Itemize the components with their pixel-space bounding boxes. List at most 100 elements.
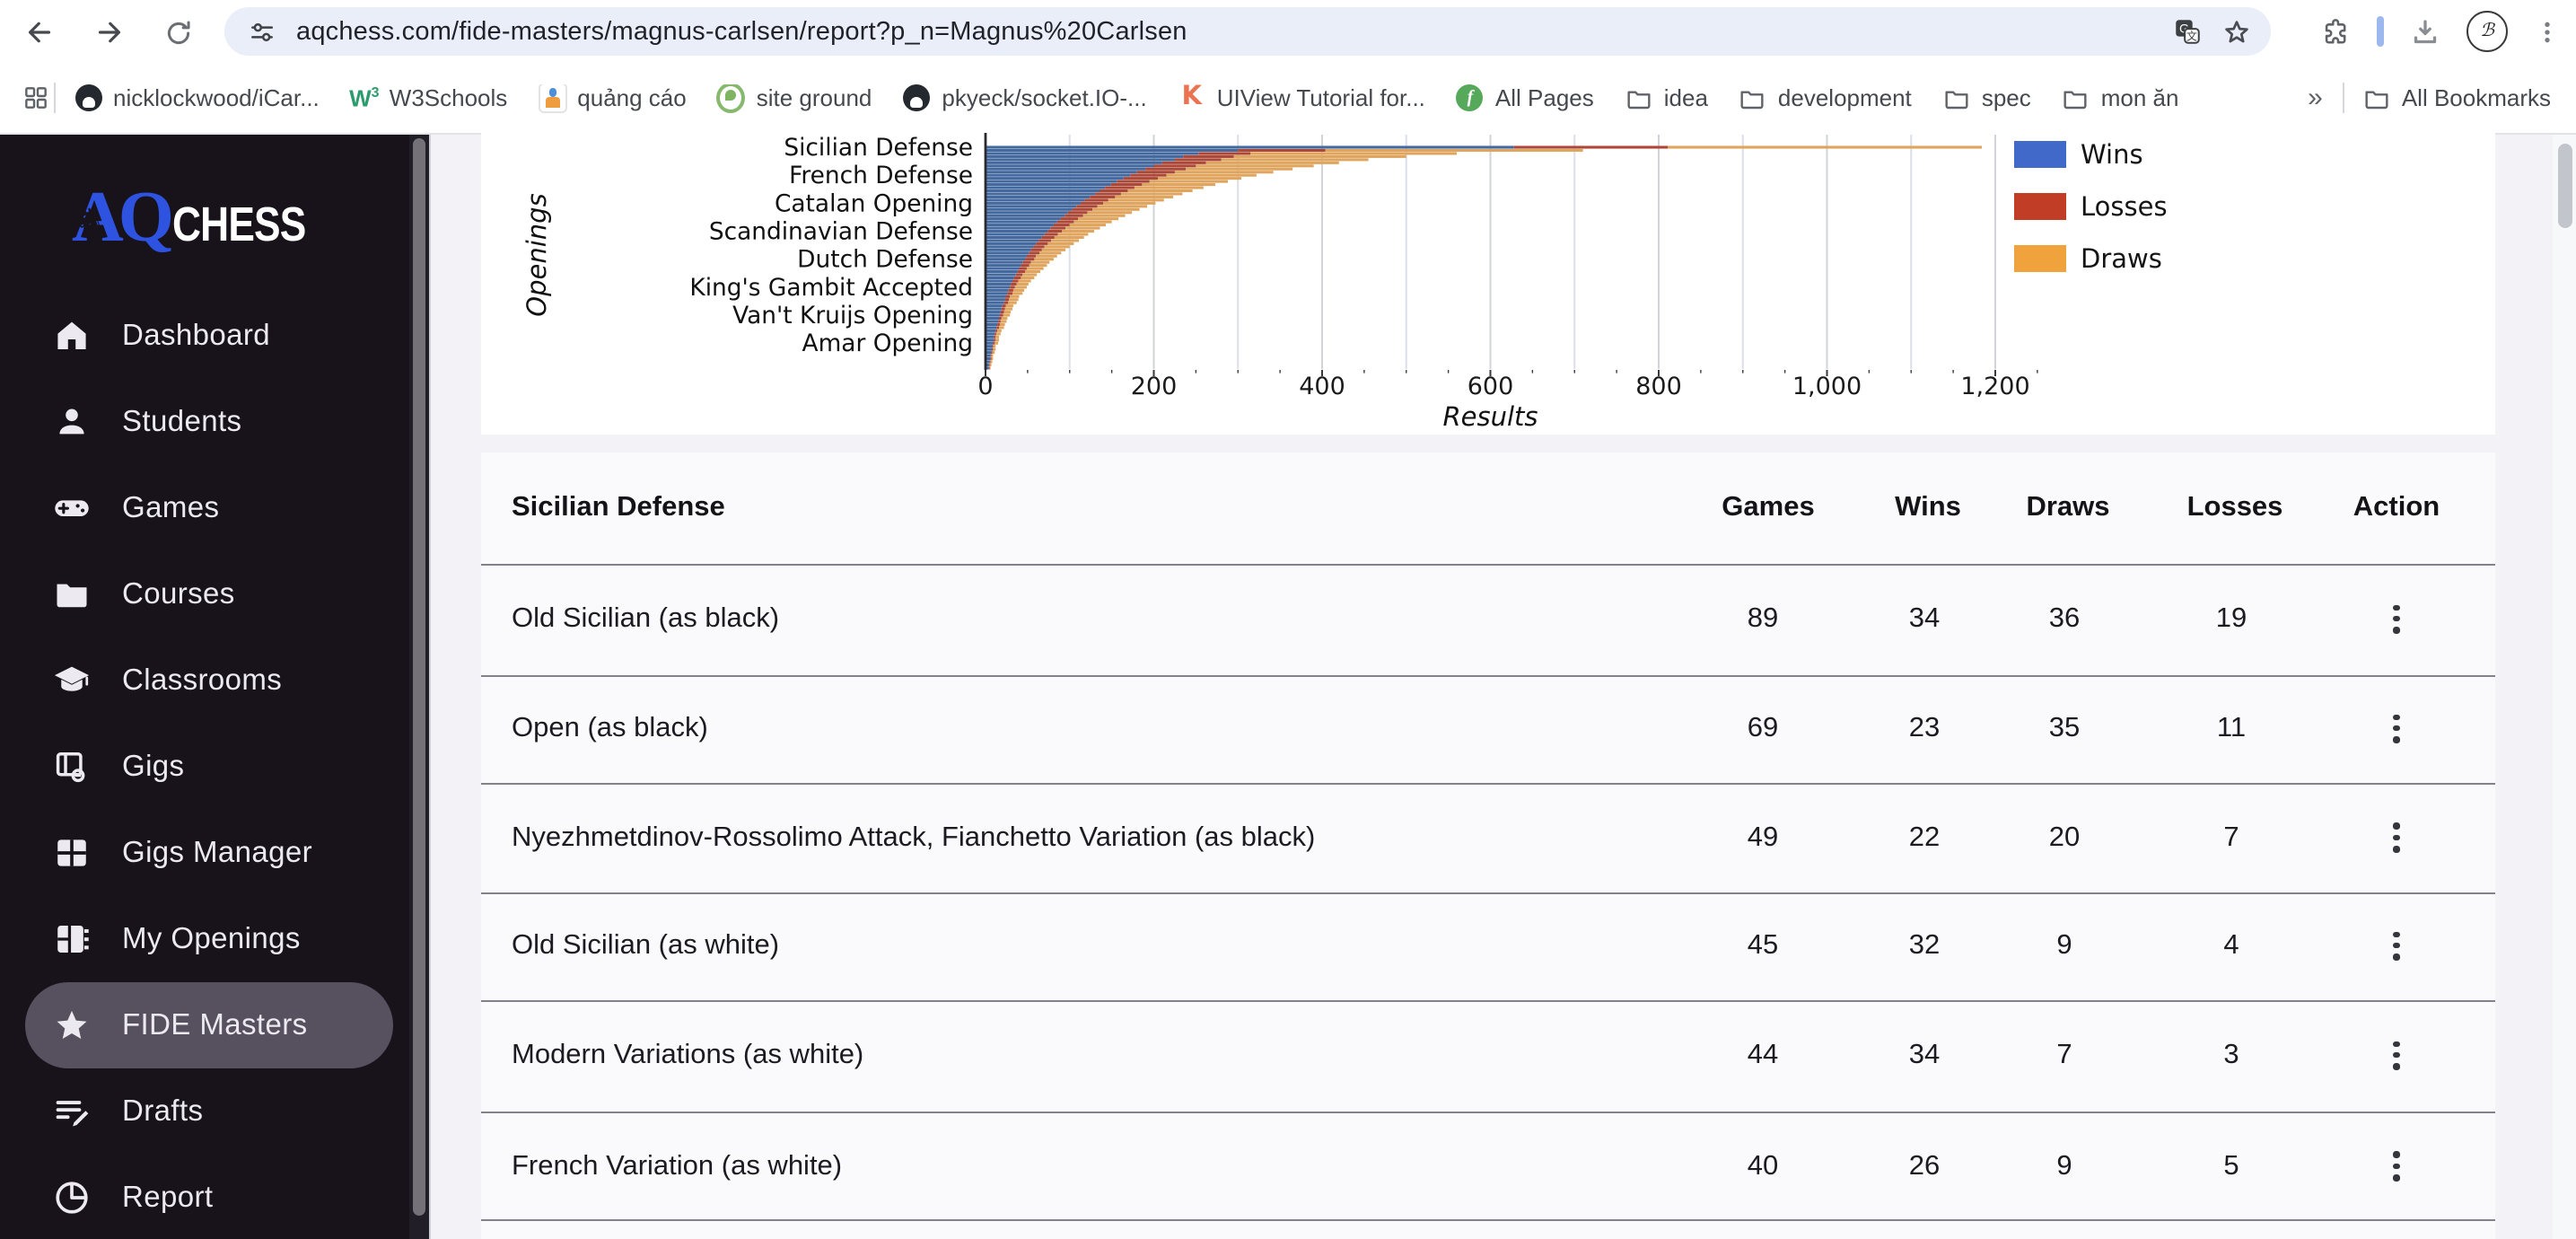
aqchess-logo[interactable]: AQ ♞ ♟ CHESS bbox=[72, 174, 335, 252]
bookmark-item[interactable]: K UIView Tutorial for... bbox=[1178, 83, 1424, 112]
bookmark-item[interactable]: nicklockwood/iCar... bbox=[74, 83, 320, 112]
sidebar-item-classrooms[interactable]: Classrooms bbox=[25, 637, 393, 724]
sidebar-item-report[interactable]: Report bbox=[25, 1155, 393, 1239]
bar-segment-draws bbox=[994, 341, 999, 345]
sidebar-item-games[interactable]: Games bbox=[25, 465, 393, 551]
bookmark-item[interactable]: mon ăn bbox=[2062, 83, 2179, 112]
bar-segment-wins bbox=[986, 267, 1020, 270]
bar-segment-draws bbox=[1186, 167, 1293, 171]
sidebar-item-fide-masters[interactable]: FIDE Masters bbox=[25, 982, 393, 1068]
row-actions-kebab-icon[interactable] bbox=[2379, 600, 2414, 639]
bar-segment-losses bbox=[1010, 286, 1015, 289]
bookmark-star-icon[interactable] bbox=[2217, 12, 2256, 51]
row-actions-kebab-icon[interactable] bbox=[2379, 1036, 2414, 1076]
bar-segment-losses bbox=[997, 322, 1000, 326]
row-actions-kebab-icon[interactable] bbox=[2379, 1147, 2414, 1186]
svg-text:Dutch Defense: Dutch Defense bbox=[797, 246, 973, 274]
bar-segment-wins bbox=[986, 254, 1027, 258]
bar-segment-wins bbox=[986, 167, 1146, 171]
bookmark-item[interactable]: quảng cáo bbox=[538, 83, 687, 112]
wins-value: 22 bbox=[1908, 822, 1941, 852]
downloads-icon[interactable] bbox=[2409, 15, 2441, 48]
bar-segment-losses bbox=[1056, 220, 1074, 224]
bookmarks-bar: nicklockwood/iCar... W3 W3Schools quảng cáo… bbox=[0, 63, 2576, 135]
svg-text:200: 200 bbox=[1131, 373, 1178, 400]
table-row: Old Sicilian (as black) 89 34 36 19 bbox=[481, 564, 2495, 674]
svg-text:0: 0 bbox=[977, 373, 993, 400]
sidebar-item-label: My Openings bbox=[122, 922, 301, 954]
bar-segment-draws bbox=[1205, 161, 1339, 164]
bookmark-item[interactable]: pkyeck/socket.IO-... bbox=[902, 83, 1147, 112]
bar-segment-draws bbox=[1041, 248, 1066, 251]
reload-icon[interactable] bbox=[158, 13, 197, 52]
profile-avatar[interactable]: ℬ bbox=[2466, 11, 2508, 52]
sidebar-item-gigs[interactable]: Gigs bbox=[25, 724, 393, 810]
bar-segment-draws bbox=[1174, 171, 1274, 174]
bar-segment-draws bbox=[1065, 226, 1100, 230]
forward-icon[interactable] bbox=[90, 13, 129, 52]
sidebar-item-dashboard[interactable]: Dashboard bbox=[25, 293, 393, 379]
column-header-losses: Losses bbox=[2186, 492, 2283, 523]
svg-text:Amar Opening: Amar Opening bbox=[802, 330, 973, 357]
bar-segment-draws bbox=[1196, 164, 1314, 168]
column-header-draws: Draws bbox=[2026, 492, 2110, 523]
games-value: 49 bbox=[1747, 822, 1779, 852]
extensions-icon[interactable] bbox=[2319, 15, 2352, 48]
page-scrollbar-thumb[interactable] bbox=[2557, 144, 2572, 228]
row-actions-kebab-icon[interactable] bbox=[2379, 927, 2414, 966]
draws-value: 36 bbox=[2048, 602, 2081, 634]
bookmark-item[interactable]: site ground bbox=[716, 83, 872, 112]
row-actions-kebab-icon[interactable] bbox=[2379, 818, 2414, 857]
bookmark-item[interactable]: W3 W3Schools bbox=[349, 83, 507, 112]
sidebar-item-students[interactable]: Students bbox=[25, 379, 393, 465]
knight-icon: ♞ bbox=[74, 201, 108, 244]
bookmarks-separator-right bbox=[2342, 83, 2344, 113]
all-bookmarks-button[interactable]: All Bookmarks bbox=[2362, 83, 2551, 112]
variation-name: Modern Variations (as white) bbox=[512, 1039, 864, 1070]
row-actions-kebab-icon[interactable] bbox=[2379, 709, 2414, 749]
address-bar[interactable]: aqchess.com/fide-masters/magnus-carlsen/… bbox=[224, 7, 2271, 56]
sidebar-scrollbar[interactable] bbox=[409, 135, 431, 1239]
bar-segment-wins bbox=[986, 276, 1014, 280]
bar-segment-wins bbox=[986, 235, 1042, 240]
school-icon bbox=[52, 661, 92, 700]
sidebar-scrollbar-thumb[interactable] bbox=[413, 138, 425, 1216]
bar-segment-losses bbox=[1026, 254, 1037, 258]
folder-icon bbox=[52, 575, 92, 614]
sidebar-item-drafts[interactable]: Drafts bbox=[25, 1068, 393, 1155]
svg-text:Sicilian Defense: Sicilian Defense bbox=[784, 134, 973, 162]
translate-icon[interactable]: G文 bbox=[2167, 12, 2206, 51]
url-text[interactable]: aqchess.com/fide-masters/magnus-carlsen/… bbox=[296, 17, 1187, 46]
bar-segment-wins bbox=[986, 298, 1005, 302]
back-icon[interactable] bbox=[20, 13, 59, 52]
bar-segment-draws bbox=[1158, 177, 1241, 180]
site-info-icon[interactable] bbox=[242, 12, 282, 51]
bar-segment-draws bbox=[1097, 205, 1147, 208]
bar-segment-draws bbox=[989, 363, 992, 367]
bar-segment-losses bbox=[995, 329, 998, 332]
page-scrollbar[interactable] bbox=[2553, 135, 2576, 1239]
bar-segment-losses bbox=[991, 351, 993, 355]
variation-name: Old Sicilian (as white) bbox=[512, 929, 780, 961]
side-panel-apps-icon[interactable] bbox=[22, 83, 50, 112]
bar-segment-losses bbox=[988, 363, 990, 367]
bar-segment-wins bbox=[986, 173, 1131, 177]
bar-segment-losses bbox=[1100, 189, 1128, 193]
sidebar-item-courses[interactable]: Courses bbox=[25, 551, 393, 637]
bookmark-item[interactable]: spec bbox=[1942, 83, 2031, 112]
bookmark-item[interactable]: idea bbox=[1625, 83, 1708, 112]
bar-segment-draws bbox=[990, 360, 993, 364]
menu-kebab-icon[interactable] bbox=[2533, 17, 2562, 46]
bookmark-item[interactable]: development bbox=[1739, 83, 1912, 112]
bookmark-item[interactable]: f All Pages bbox=[1456, 83, 1594, 112]
bar-segment-draws bbox=[1009, 298, 1019, 302]
sidebar-item-gigs-manager[interactable]: Gigs Manager bbox=[25, 810, 393, 896]
bar-segment-draws bbox=[1250, 152, 1457, 155]
bar-segment-wins bbox=[986, 245, 1034, 249]
bar-segment-draws bbox=[1082, 214, 1126, 217]
bookmarks-overflow-icon[interactable]: » bbox=[2308, 83, 2323, 113]
pie-chart-icon bbox=[52, 1178, 92, 1217]
sidebar-item-my-openings[interactable]: My Openings bbox=[25, 896, 393, 982]
bar-segment-wins bbox=[986, 320, 999, 323]
pinned-extension-icon[interactable] bbox=[2377, 16, 2384, 47]
